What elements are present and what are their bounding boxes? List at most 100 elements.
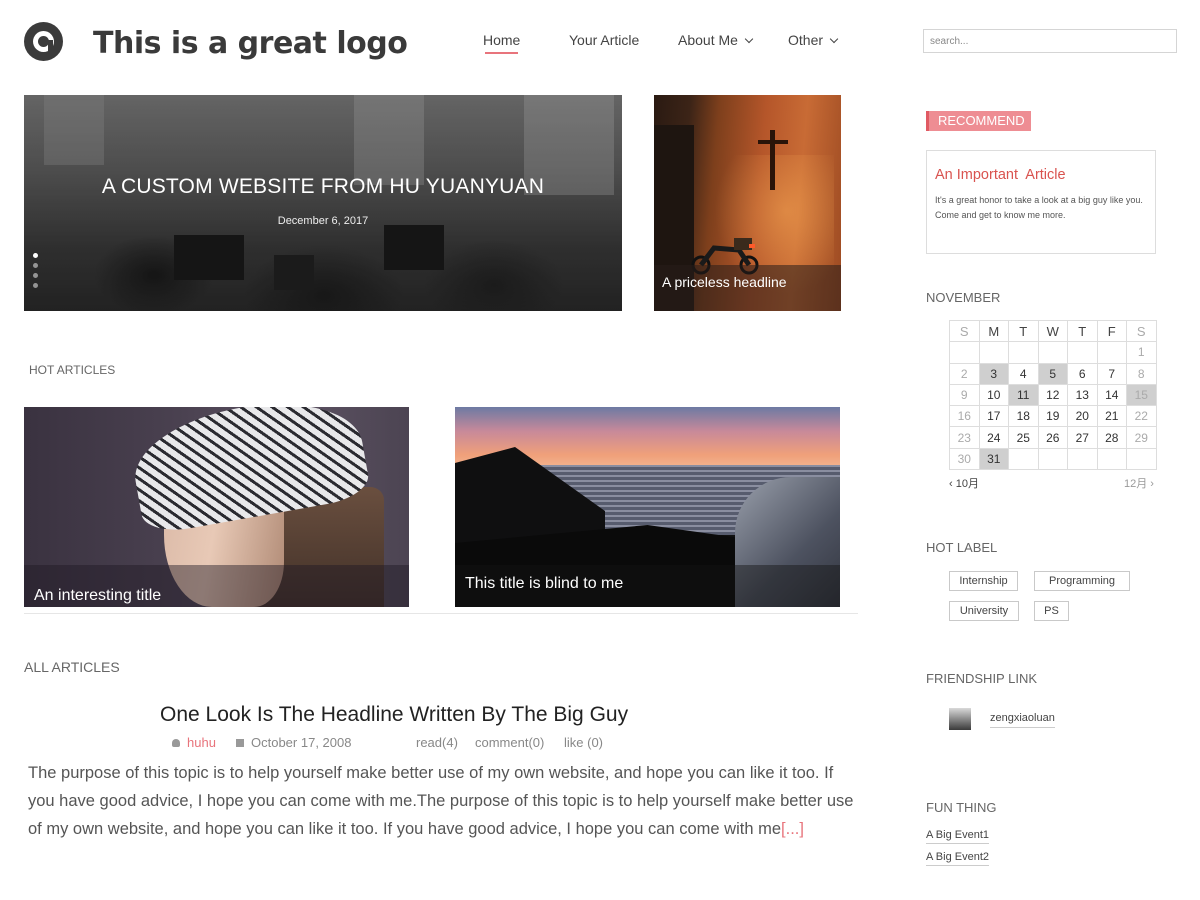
calendar-day[interactable]: 6	[1067, 362, 1098, 385]
calendar-day[interactable]: 14	[1096, 383, 1127, 407]
calendar-weekday: T	[1067, 319, 1098, 343]
side-feature-card[interactable]: A priceless headline	[654, 95, 841, 311]
calendar-empty-cell	[1096, 447, 1127, 471]
calendar-empty-cell	[1067, 447, 1098, 471]
calendar-day[interactable]: 31	[978, 447, 1009, 471]
hero-title[interactable]: A CUSTOM WEBSITE FROM HU YUANYUAN	[24, 175, 622, 199]
friend-link[interactable]: zengxiaoluan	[990, 712, 1055, 728]
calendar-day[interactable]: 21	[1096, 405, 1127, 428]
fun-thing-item[interactable]: A Big Event1	[926, 829, 989, 844]
hero-slider[interactable]: A CUSTOM WEBSITE FROM HU YUANYUAN Decemb…	[24, 95, 622, 311]
calendar-empty-cell	[949, 341, 980, 364]
hot-article-title: This title is blind to me	[455, 565, 840, 607]
hot-article-card[interactable]: An interesting title	[24, 407, 409, 607]
calendar-day[interactable]: 4	[1008, 362, 1039, 385]
slider-dots	[33, 253, 38, 293]
tag-internship[interactable]: Internship	[949, 571, 1018, 591]
calendar-next-link[interactable]: 12月 ›	[1124, 475, 1154, 491]
recommend-card[interactable]: An Important Article It's a great honor …	[926, 150, 1156, 254]
calendar-day[interactable]: 11	[1008, 383, 1039, 407]
calendar-empty-cell	[1126, 447, 1157, 471]
hot-article-title: An interesting title	[24, 565, 409, 607]
post-author-name: huhu	[187, 735, 216, 750]
nav-about-me[interactable]: About Me	[678, 32, 754, 48]
nav-home[interactable]: Home	[483, 32, 521, 54]
read-more-link[interactable]: [...]	[781, 820, 804, 838]
calendar-day[interactable]: 27	[1067, 426, 1098, 449]
calendar-day[interactable]: 3	[978, 362, 1009, 385]
calendar-day[interactable]: 5	[1037, 362, 1068, 385]
calendar-empty-cell	[1008, 341, 1039, 364]
all-articles-heading: ALL ARTICLES	[24, 659, 120, 675]
calendar-day[interactable]: 7	[1096, 362, 1127, 385]
search-input[interactable]	[923, 29, 1177, 53]
friendship-link-heading: FRIENDSHIP LINK	[926, 671, 1038, 686]
calendar-weekday: S	[1126, 319, 1157, 343]
post-author[interactable]: huhu	[172, 735, 216, 750]
nav-your-article-label: Your Article	[569, 32, 640, 48]
calendar-day[interactable]: 12	[1037, 383, 1068, 407]
nav-other-label: Other	[788, 32, 824, 48]
slider-dot[interactable]	[33, 263, 38, 268]
calendar-day[interactable]: 16	[949, 405, 980, 428]
tag-university[interactable]: University	[949, 601, 1019, 621]
calendar-day[interactable]: 18	[1008, 405, 1039, 428]
calendar-day[interactable]: 15	[1126, 383, 1157, 407]
calendar-day[interactable]: 26	[1037, 426, 1068, 449]
calendar-day[interactable]: 17	[978, 405, 1009, 428]
slider-dot[interactable]	[33, 253, 38, 258]
nav-your-article[interactable]: Your Article	[569, 32, 639, 48]
nav-home-label: Home	[483, 32, 521, 48]
hero-date: December 6, 2017	[277, 215, 369, 227]
chevron-left-icon: ‹	[949, 478, 956, 490]
hot-articles-heading: HOT ARTICLES	[29, 363, 116, 377]
logo-icon[interactable]	[24, 22, 63, 61]
calendar-day[interactable]: 1	[1126, 341, 1157, 364]
post-excerpt: The purpose of this topic is to help you…	[28, 759, 858, 843]
slider-dot[interactable]	[33, 283, 38, 288]
calendar-month: NOVEMBER	[926, 290, 1001, 305]
avatar[interactable]	[949, 708, 971, 730]
calendar: SMTWTFS 1 2 3 4 5 6 7 8 9 10 11 12 13 14 15 16 17 18 19 20 2…	[949, 319, 1157, 471]
post-comment-count[interactable]: comment(0)	[475, 735, 544, 750]
chevron-down-icon	[744, 34, 754, 44]
calendar-day[interactable]: 2	[949, 362, 980, 385]
calendar-weekday: T	[1008, 319, 1039, 343]
tag-programming[interactable]: Programming	[1034, 571, 1130, 591]
calendar-empty-cell	[978, 341, 1009, 364]
user-icon	[172, 739, 180, 747]
calendar-next-label: 12月	[1124, 478, 1148, 490]
calendar-empty-cell	[1037, 341, 1068, 364]
post-title[interactable]: One Look Is The Headline Written By The …	[160, 703, 628, 727]
calendar-day[interactable]: 9	[949, 383, 980, 407]
calendar-day[interactable]: 8	[1126, 362, 1157, 385]
calendar-day[interactable]: 13	[1067, 383, 1098, 407]
recommend-title[interactable]: An Important Article	[935, 167, 1147, 183]
fun-thing-item[interactable]: A Big Event2	[926, 851, 989, 866]
calendar-day[interactable]: 20	[1067, 405, 1098, 428]
calendar-empty-cell	[1096, 341, 1127, 364]
post-like-count[interactable]: like (0)	[564, 735, 603, 750]
chevron-right-icon: ›	[1147, 478, 1154, 490]
calendar-empty-cell	[1067, 341, 1098, 364]
calendar-day[interactable]: 25	[1008, 426, 1039, 449]
calendar-day[interactable]: 28	[1096, 426, 1127, 449]
nav-other[interactable]: Other	[788, 32, 839, 48]
tag-ps[interactable]: PS	[1034, 601, 1069, 621]
calendar-day[interactable]: 19	[1037, 405, 1068, 428]
calendar-empty-cell	[1008, 447, 1039, 471]
calendar-day[interactable]: 22	[1126, 405, 1157, 428]
calendar-day[interactable]: 24	[978, 426, 1009, 449]
logo-text[interactable]: This is a great logo	[93, 26, 408, 61]
hot-article-card[interactable]: This title is blind to me	[455, 407, 840, 607]
calendar-prev-label: 10月	[955, 478, 979, 490]
calendar-day[interactable]: 23	[949, 426, 980, 449]
chevron-down-icon	[829, 34, 839, 44]
calendar-day[interactable]: 10	[978, 383, 1009, 407]
calendar-day[interactable]: 29	[1126, 426, 1157, 449]
hot-label-heading: HOT LABEL	[926, 540, 998, 555]
slider-dot[interactable]	[33, 273, 38, 278]
calendar-prev-link[interactable]: ‹ 10月	[949, 475, 979, 491]
calendar-day[interactable]: 30	[949, 447, 980, 471]
calendar-weekday: W	[1037, 319, 1068, 343]
